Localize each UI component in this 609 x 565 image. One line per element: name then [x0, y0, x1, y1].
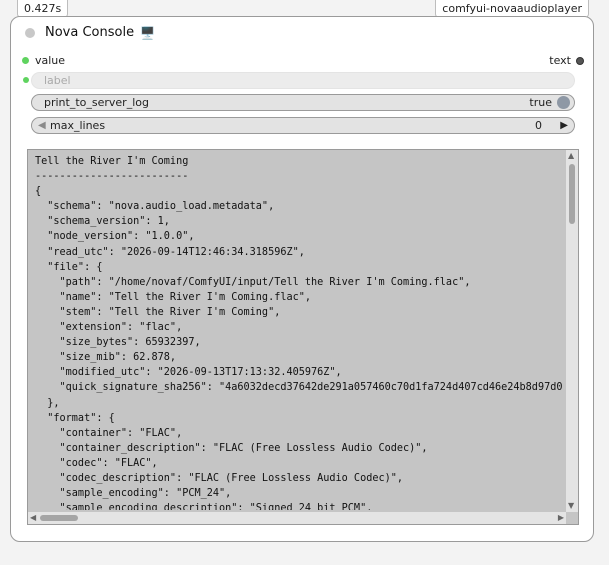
console-line: "modified_utc": "2026-09-13T17:13:32.405…: [35, 367, 342, 379]
horizontal-scroll-thumb[interactable]: [40, 515, 78, 521]
toggle-label: print_to_server_log: [44, 96, 149, 109]
console-line: "container_description": "FLAC (Free Los…: [35, 442, 428, 454]
console-line: "container": "FLAC",: [35, 427, 183, 439]
scroll-down-arrow-icon[interactable]: ▼: [568, 501, 574, 511]
print-to-server-log-toggle[interactable]: print_to_server_log true: [31, 94, 575, 111]
output-port-label: text: [549, 54, 571, 67]
ports-row: value text: [11, 54, 593, 68]
console-line: "size_mib": 62.878,: [35, 352, 177, 364]
console-line: "sample_encoding": "PCM_24",: [35, 488, 232, 500]
collapse-dot-icon[interactable]: [25, 27, 35, 38]
max-lines-stepper[interactable]: ◀ max_lines 0 ▶: [31, 117, 575, 134]
console-line: "size_bytes": 65932397,: [35, 337, 201, 349]
console-line: },: [35, 397, 60, 409]
console-line: "path": "/home/novaf/ComfyUI/input/Tell …: [35, 276, 471, 288]
console-line: "extension": "flac",: [35, 322, 183, 334]
console-line: "stem": "Tell the River I'm Coming",: [35, 306, 281, 318]
console-line: "schema_version": 1,: [35, 216, 170, 228]
max-lines-label: max_lines: [50, 119, 106, 132]
increment-arrow-icon[interactable]: ▶: [560, 118, 568, 133]
console-output[interactable]: Tell the River I'm Coming --------------…: [27, 149, 579, 525]
console-line: Tell the River I'm Coming: [35, 156, 189, 167]
console-line: "codec_description": "FLAC (Free Lossles…: [35, 472, 404, 484]
console-line: "file": {: [35, 261, 103, 273]
input-port-dot-icon[interactable]: [22, 57, 29, 64]
console-line: "quick_signature_sha256": "4a6032decd376…: [35, 382, 563, 394]
console-line: "format": {: [35, 412, 115, 424]
console-line: "read_utc": "2026-09-14T12:46:34.318596Z…: [35, 246, 305, 258]
decrement-arrow-icon[interactable]: ◀: [38, 118, 46, 133]
node-title-bar[interactable]: Nova Console 🖥️: [25, 25, 155, 40]
toggle-value: true: [529, 96, 552, 109]
nova-console-node[interactable]: Nova Console 🖥️ value text label print_t…: [10, 16, 594, 542]
console-line: "sample_encoding_description": "Signed 2…: [35, 503, 373, 510]
console-line: "codec": "FLAC",: [35, 457, 158, 469]
max-lines-value: 0: [535, 119, 542, 132]
label-port-dot-icon[interactable]: [23, 77, 29, 83]
console-line: -------------------------: [35, 171, 189, 183]
node-title: Nova Console: [45, 25, 135, 40]
scroll-right-arrow-icon[interactable]: ▶: [558, 513, 564, 523]
vertical-scrollbar[interactable]: ▲ ▼: [566, 150, 578, 512]
horizontal-scrollbar[interactable]: ◀ ▶: [28, 512, 566, 524]
toggle-knob-icon[interactable]: [557, 96, 570, 109]
input-port-label: value: [35, 54, 66, 67]
console-line: {: [35, 186, 42, 198]
console-line: "name": "Tell the River I'm Coming.flac"…: [35, 291, 312, 303]
console-line: "node_version": "1.0.0",: [35, 231, 195, 243]
console-line: "schema": "nova.audio_load.metadata",: [35, 201, 275, 213]
monitor-icon: 🖥️: [140, 25, 156, 40]
label-input[interactable]: label: [31, 72, 575, 89]
output-port-dot-icon[interactable]: [576, 57, 584, 65]
vertical-scroll-thumb[interactable]: [569, 164, 575, 224]
console-text: Tell the River I'm Coming --------------…: [35, 154, 564, 510]
label-placeholder: label: [44, 74, 71, 87]
scroll-up-arrow-icon[interactable]: ▲: [568, 151, 574, 161]
scroll-left-arrow-icon[interactable]: ◀: [30, 513, 36, 523]
